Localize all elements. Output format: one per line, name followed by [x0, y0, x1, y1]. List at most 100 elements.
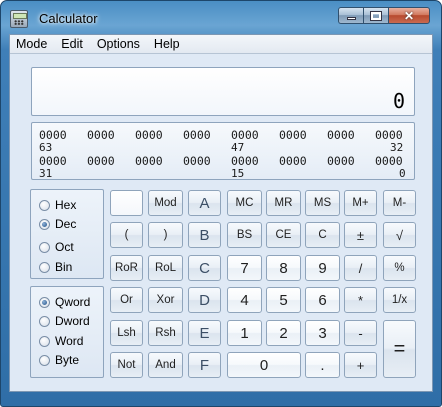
- bit-group[interactable]: 0000: [231, 154, 259, 168]
- digit-0-button[interactable]: 0: [227, 352, 301, 378]
- radio-label: Word: [55, 334, 84, 348]
- bit-row-low: 0000 0000 0000 0000 0000 0000 0000 0000: [32, 154, 416, 168]
- rotate-right-button[interactable]: RoR: [110, 255, 143, 281]
- calculator-icon: [10, 10, 28, 28]
- bit-group[interactable]: 0000: [183, 128, 211, 142]
- bit-row-high: 0000 0000 0000 0000 0000 0000 0000 0000: [32, 128, 416, 142]
- memory-add-button[interactable]: M+: [344, 190, 377, 216]
- hex-e-button[interactable]: E: [188, 320, 221, 346]
- bit-group[interactable]: 0000: [183, 154, 211, 168]
- digit-5-button[interactable]: 5: [266, 287, 301, 313]
- backspace-button[interactable]: BS: [227, 222, 262, 248]
- radio-hex[interactable]: Hex: [39, 198, 76, 212]
- equals-button[interactable]: =: [383, 320, 416, 378]
- digit-7-button[interactable]: 7: [227, 255, 262, 281]
- memory-subtract-button[interactable]: M-: [383, 190, 416, 216]
- radio-button-icon: [39, 335, 50, 347]
- decimal-point-button[interactable]: .: [305, 352, 340, 378]
- calculator-window: Calculator ✕ Mode Edit Options Help 0 00…: [0, 0, 442, 407]
- bit-group[interactable]: 0000: [231, 128, 259, 142]
- memory-recall-button[interactable]: MR: [266, 190, 301, 216]
- bit-group[interactable]: 0000: [135, 128, 163, 142]
- left-shift-button[interactable]: Lsh: [110, 320, 143, 346]
- close-paren-button[interactable]: ): [148, 222, 183, 248]
- bit-positions-high: 63 47 32: [32, 141, 416, 155]
- bit-group[interactable]: 0000: [87, 154, 115, 168]
- bit-position-label: 15: [231, 167, 245, 180]
- radio-button-selected-icon: [39, 296, 50, 308]
- xor-button[interactable]: Xor: [148, 287, 183, 313]
- bit-group[interactable]: 0000: [327, 154, 355, 168]
- calculator-body: Mode Edit Options Help 0 0000 0000 0000 …: [9, 34, 433, 392]
- digit-4-button[interactable]: 4: [227, 287, 262, 313]
- bit-position-label: 47: [231, 141, 245, 154]
- menu-options[interactable]: Options: [90, 35, 147, 54]
- hex-b-button[interactable]: B: [188, 222, 221, 248]
- radio-label: Oct: [55, 240, 74, 254]
- digit-8-button[interactable]: 8: [266, 255, 301, 281]
- menu-help[interactable]: Help: [147, 35, 187, 54]
- rotate-left-button[interactable]: RoL: [148, 255, 183, 281]
- bit-group[interactable]: 0000: [135, 154, 163, 168]
- clear-button[interactable]: C: [305, 222, 340, 248]
- title-bar[interactable]: Calculator ✕: [1, 1, 441, 35]
- digit-3-button[interactable]: 3: [305, 320, 340, 346]
- maximize-button[interactable]: [363, 7, 388, 24]
- radio-label: Qword: [55, 295, 91, 309]
- bit-position-label: 0: [399, 167, 406, 180]
- bit-group[interactable]: 0000: [279, 154, 307, 168]
- number-base-group: Hex Dec Oct Bin: [30, 189, 104, 279]
- add-button[interactable]: +: [344, 352, 377, 378]
- radio-byte[interactable]: Byte: [39, 353, 79, 367]
- radio-bin[interactable]: Bin: [39, 260, 72, 274]
- radio-button-icon: [39, 315, 50, 327]
- digit-1-button[interactable]: 1: [227, 320, 262, 346]
- square-root-button[interactable]: √: [383, 222, 416, 248]
- open-paren-button[interactable]: (: [110, 222, 143, 248]
- bit-group[interactable]: 0000: [39, 154, 67, 168]
- or-button[interactable]: Or: [110, 287, 143, 313]
- hex-a-button[interactable]: A: [188, 190, 221, 216]
- hex-f-button[interactable]: F: [188, 352, 221, 378]
- bit-group[interactable]: 0000: [327, 128, 355, 142]
- bit-group[interactable]: 0000: [279, 128, 307, 142]
- bit-group[interactable]: 0000: [39, 128, 67, 142]
- bit-group[interactable]: 0000: [375, 154, 403, 168]
- percent-button[interactable]: %: [383, 255, 416, 281]
- radio-dword[interactable]: Dword: [39, 314, 90, 328]
- clear-entry-button[interactable]: CE: [266, 222, 301, 248]
- divide-button[interactable]: /: [344, 255, 377, 281]
- digit-6-button[interactable]: 6: [305, 287, 340, 313]
- caption-buttons: ✕: [338, 7, 430, 24]
- radio-label: Dword: [55, 314, 90, 328]
- hex-c-button[interactable]: C: [188, 255, 221, 281]
- reciprocal-button[interactable]: 1/x: [383, 287, 416, 313]
- multiply-button[interactable]: *: [344, 287, 377, 313]
- blank-button[interactable]: [110, 190, 143, 216]
- and-button[interactable]: And: [148, 352, 183, 378]
- radio-oct[interactable]: Oct: [39, 240, 74, 254]
- negate-button[interactable]: ±: [344, 222, 377, 248]
- minimize-button[interactable]: [338, 7, 363, 24]
- radio-button-icon: [39, 199, 50, 211]
- not-button[interactable]: Not: [110, 352, 143, 378]
- hex-d-button[interactable]: D: [188, 287, 221, 313]
- radio-dec[interactable]: Dec: [39, 217, 76, 231]
- radio-word[interactable]: Word: [39, 334, 83, 348]
- mod-button[interactable]: Mod: [148, 190, 183, 216]
- bit-display: 0000 0000 0000 0000 0000 0000 0000 0000 …: [31, 122, 415, 180]
- menu-edit[interactable]: Edit: [54, 35, 90, 54]
- bit-group[interactable]: 0000: [375, 128, 403, 142]
- memory-clear-button[interactable]: MC: [227, 190, 262, 216]
- subtract-button[interactable]: -: [344, 320, 377, 346]
- digit-9-button[interactable]: 9: [305, 255, 340, 281]
- close-button[interactable]: ✕: [388, 7, 430, 24]
- menu-mode[interactable]: Mode: [10, 35, 54, 54]
- memory-store-button[interactable]: MS: [305, 190, 340, 216]
- radio-qword[interactable]: Qword: [39, 295, 90, 309]
- radio-button-icon: [39, 261, 50, 273]
- radio-button-icon: [39, 241, 50, 253]
- digit-2-button[interactable]: 2: [266, 320, 301, 346]
- right-shift-button[interactable]: Rsh: [148, 320, 183, 346]
- bit-group[interactable]: 0000: [87, 128, 115, 142]
